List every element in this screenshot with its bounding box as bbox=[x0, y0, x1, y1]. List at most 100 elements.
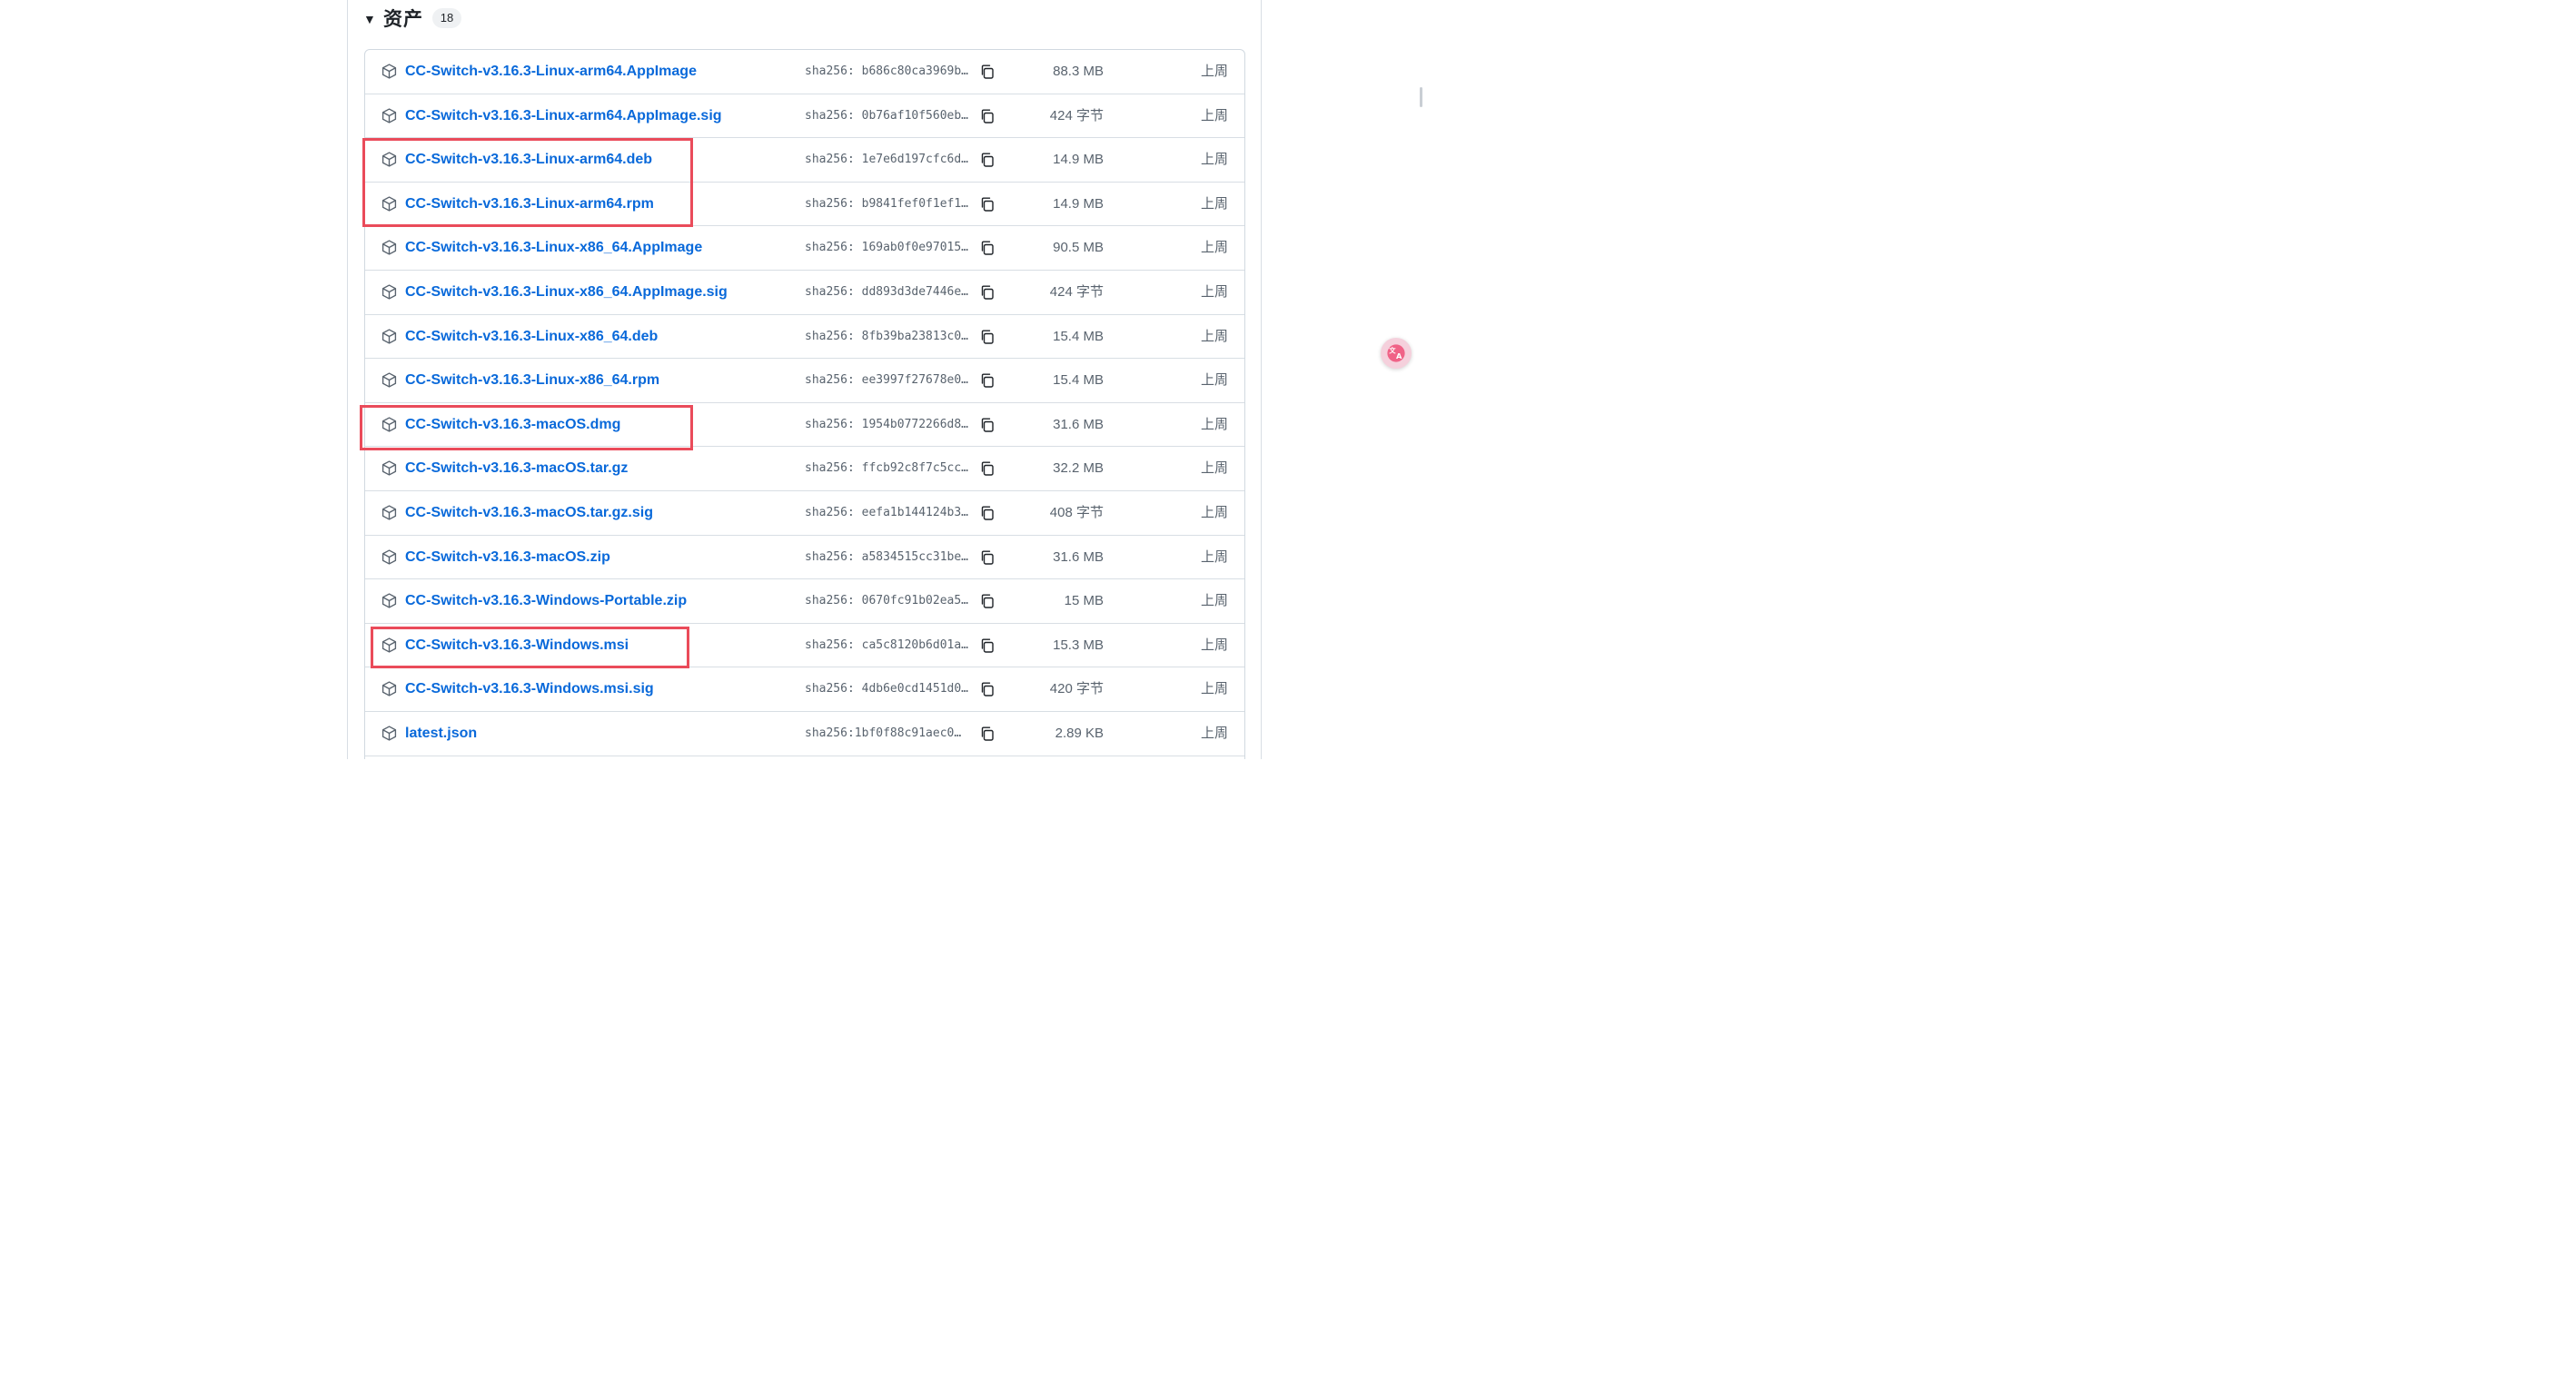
asset-row: CC-Switch-v3.16.3-Windows.msi sha256: ca… bbox=[365, 624, 1244, 668]
asset-date: 上周 bbox=[1200, 195, 1228, 212]
translate-button[interactable]: 文 A bbox=[1381, 338, 1412, 369]
asset-download-link[interactable]: CC-Switch-v3.16.3-Linux-arm64.deb bbox=[405, 138, 652, 182]
asset-download-link[interactable]: CC-Switch-v3.16.3-Linux-arm64.rpm bbox=[405, 183, 654, 226]
package-icon bbox=[381, 107, 397, 123]
package-icon bbox=[381, 548, 397, 565]
asset-sha256: sha256: b9841fef0f1ef1… bbox=[805, 196, 969, 211]
copy-icon[interactable] bbox=[979, 64, 996, 80]
asset-sha256: sha256: 0670fc91b02ea5… bbox=[805, 594, 969, 608]
asset-size: 31.6 MB bbox=[1053, 416, 1104, 432]
asset-download-link[interactable]: CC-Switch-v3.16.3-Linux-x86_64.AppImage.… bbox=[405, 271, 728, 314]
scrollbar-thumb[interactable] bbox=[1420, 87, 1422, 107]
asset-download-link[interactable]: CC-Switch-v3.16.3-Windows.msi.sig bbox=[405, 667, 654, 711]
asset-download-link[interactable]: CC-Switch-v3.16.3-macOS.zip bbox=[405, 536, 610, 579]
asset-sha256: sha256: b686c80ca3969b… bbox=[805, 64, 969, 78]
copy-icon[interactable] bbox=[979, 549, 996, 566]
package-icon bbox=[381, 284, 397, 300]
package-icon bbox=[381, 505, 397, 520]
asset-size: 2.89 KB bbox=[1055, 725, 1104, 741]
asset-download-link[interactable]: CC-Switch-v3.16.3-Linux-x86_64.deb bbox=[405, 315, 658, 359]
asset-size: 14.9 MB bbox=[1053, 195, 1104, 212]
asset-size: 31.6 MB bbox=[1053, 548, 1104, 565]
copy-icon[interactable] bbox=[979, 681, 996, 697]
asset-download-link[interactable]: CC-Switch-v3.16.3-Windows-Portable.zip bbox=[405, 579, 687, 623]
asset-date: 上周 bbox=[1200, 283, 1228, 300]
asset-row: latest.json sha256:1bf0f88c91aec0… 2.89 … bbox=[365, 712, 1244, 756]
package-icon bbox=[381, 196, 397, 212]
asset-list: CC-Switch-v3.16.3-Linux-arm64.AppImage s… bbox=[364, 49, 1245, 759]
asset-download-link[interactable]: CC-Switch-v3.16.3-Linux-arm64.AppImage bbox=[405, 50, 697, 94]
asset-date: 上周 bbox=[1200, 328, 1228, 344]
asset-size: 424 字节 bbox=[1049, 107, 1104, 123]
copy-icon[interactable] bbox=[979, 240, 996, 256]
assets-header[interactable]: ▼ 资产 18 bbox=[363, 4, 461, 33]
asset-date: 上周 bbox=[1200, 372, 1228, 389]
asset-date: 上周 bbox=[1200, 460, 1228, 477]
copy-icon[interactable] bbox=[979, 329, 996, 345]
asset-size: 32.2 MB bbox=[1053, 460, 1104, 477]
asset-row: CC-Switch-v3.16.3-Linux-x86_64.deb sha25… bbox=[365, 315, 1244, 360]
asset-date: 上周 bbox=[1200, 152, 1228, 168]
asset-download-link[interactable]: CC-Switch-v3.16.3-macOS.tar.gz bbox=[405, 447, 628, 490]
package-icon bbox=[381, 593, 397, 608]
copy-icon[interactable] bbox=[979, 726, 996, 742]
asset-sha256: sha256: 4db6e0cd1451d0… bbox=[805, 682, 969, 696]
asset-size: 424 字节 bbox=[1049, 283, 1104, 300]
asset-date: 上周 bbox=[1200, 64, 1228, 79]
copy-icon[interactable] bbox=[979, 196, 996, 212]
asset-row: CC-Switch-v3.16.3-Linux-arm64.deb sha256… bbox=[365, 138, 1244, 183]
asset-download-link[interactable]: CC-Switch-v3.16.3-macOS.dmg bbox=[405, 403, 620, 447]
asset-row: CC-Switch-v3.16.3-macOS.tar.gz sha256: f… bbox=[365, 447, 1244, 491]
package-icon bbox=[381, 726, 397, 741]
asset-download-link[interactable]: CC-Switch-v3.16.3-Linux-x86_64.AppImage bbox=[405, 226, 702, 270]
package-icon bbox=[381, 637, 397, 653]
copy-icon[interactable] bbox=[979, 505, 996, 521]
translate-icon: 文 A bbox=[1387, 344, 1405, 362]
copy-icon[interactable] bbox=[979, 417, 996, 433]
asset-download-link[interactable]: CC-Switch-v3.16.3-macOS.tar.gz.sig bbox=[405, 491, 653, 535]
asset-download-link[interactable]: CC-Switch-v3.16.3-Linux-x86_64.rpm bbox=[405, 359, 659, 402]
asset-size: 15.4 MB bbox=[1053, 372, 1104, 389]
package-icon bbox=[381, 417, 397, 432]
asset-date: 上周 bbox=[1200, 637, 1228, 653]
asset-size: 15.3 MB bbox=[1053, 637, 1104, 653]
asset-download-link[interactable]: CC-Switch-v3.16.3-Windows.msi bbox=[405, 624, 629, 667]
copy-icon[interactable] bbox=[979, 372, 996, 389]
copy-icon[interactable] bbox=[979, 593, 996, 609]
asset-date: 上周 bbox=[1200, 593, 1228, 609]
asset-date: 上周 bbox=[1200, 416, 1228, 432]
asset-row: CC-Switch-v3.16.3-macOS.zip sha256: a583… bbox=[365, 536, 1244, 580]
asset-sha256: sha256: dd893d3de7446e… bbox=[805, 284, 969, 299]
asset-sha256: sha256: ffcb92c8f7c5cc… bbox=[805, 461, 969, 476]
package-icon bbox=[381, 681, 397, 696]
copy-icon[interactable] bbox=[979, 637, 996, 654]
asset-sha256: sha256: ee3997f27678e0… bbox=[805, 373, 969, 388]
asset-row: CC-Switch-v3.16.3-Linux-arm64.AppImage.s… bbox=[365, 94, 1244, 139]
asset-row: CC-Switch-v3.16.3-Windows-Portable.zip s… bbox=[365, 579, 1244, 624]
triangle-down-icon[interactable]: ▼ bbox=[363, 12, 376, 26]
package-icon bbox=[381, 460, 397, 476]
copy-icon[interactable] bbox=[979, 284, 996, 301]
asset-date: 上周 bbox=[1200, 107, 1228, 123]
asset-size: 420 字节 bbox=[1049, 681, 1104, 697]
asset-row: CC-Switch-v3.16.3-Linux-x86_64.AppImage.… bbox=[365, 271, 1244, 315]
assets-count-badge: 18 bbox=[432, 8, 461, 28]
asset-size: 408 字节 bbox=[1049, 504, 1104, 520]
asset-sha256: sha256: 169ab0f0e97015… bbox=[805, 241, 969, 255]
asset-size: 88.3 MB bbox=[1053, 64, 1104, 79]
package-icon bbox=[381, 64, 397, 79]
asset-row: CC-Switch-v3.16.3-Linux-x86_64.rpm sha25… bbox=[365, 359, 1244, 403]
asset-date: 上周 bbox=[1200, 240, 1228, 256]
copy-icon[interactable] bbox=[979, 108, 996, 124]
copy-icon[interactable] bbox=[979, 152, 996, 168]
copy-icon[interactable] bbox=[979, 460, 996, 477]
asset-row: CC-Switch-v3.16.3-Windows.msi.sig sha256… bbox=[365, 667, 1244, 712]
asset-date: 上周 bbox=[1200, 681, 1228, 697]
package-icon bbox=[381, 372, 397, 388]
assets-title: 资产 bbox=[383, 8, 423, 30]
asset-date: 上周 bbox=[1200, 548, 1228, 565]
asset-sha256: sha256: 1e7e6d197cfc6d… bbox=[805, 153, 969, 167]
asset-download-link[interactable]: latest.json bbox=[405, 712, 477, 756]
asset-size: 90.5 MB bbox=[1053, 240, 1104, 256]
asset-download-link[interactable]: CC-Switch-v3.16.3-Linux-arm64.AppImage.s… bbox=[405, 94, 722, 138]
